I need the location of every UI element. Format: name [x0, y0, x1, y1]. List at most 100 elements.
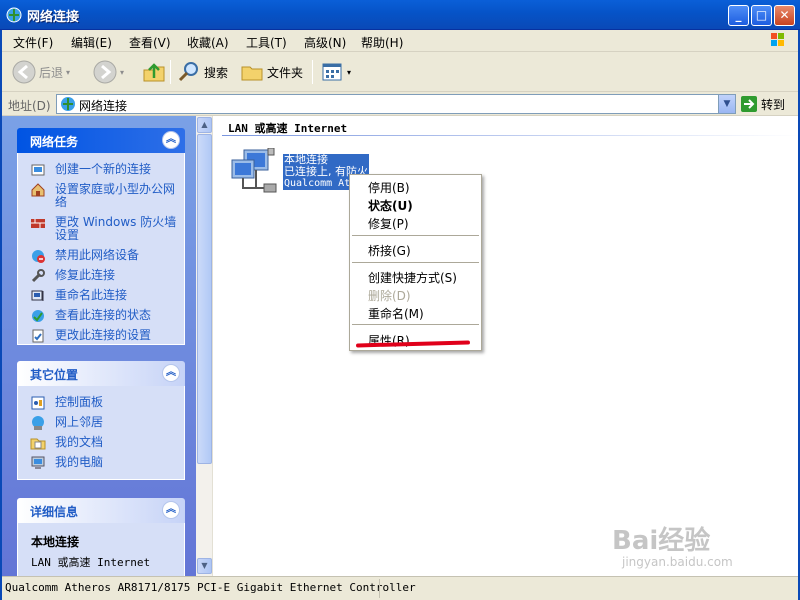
place-my-documents[interactable]: 我的文档 — [18, 436, 184, 450]
settings-icon — [32, 329, 44, 343]
status-icon — [32, 310, 44, 322]
place-control-panel[interactable]: 控制面板 — [18, 396, 184, 410]
forward-dropdown-icon[interactable]: ▾ — [120, 68, 124, 77]
menu-separator — [352, 324, 479, 325]
my-documents-icon — [30, 438, 46, 450]
other-places-panel: 其它位置 ︽ 控制面板 网上邻居 我的文档 我的电脑 — [17, 361, 185, 480]
go-label: 转到 — [761, 97, 786, 112]
forward-button[interactable]: ▾ — [93, 58, 124, 86]
task-repair-connection[interactable]: 修复此连接 — [18, 269, 184, 283]
up-folder-icon — [143, 63, 165, 82]
folders-label: 文件夹 — [267, 65, 304, 80]
other-places-header[interactable]: 其它位置 ︽ — [17, 361, 185, 386]
menu-favorites[interactable]: 收藏(A) — [187, 34, 229, 51]
menu-bar: 文件(F) 编辑(E) 查看(V) 收藏(A) 工具(T) 高级(N) 帮助(H… — [0, 30, 800, 52]
go-button[interactable]: 转到 — [740, 95, 785, 113]
menu-item-delete: 删除(D) — [368, 289, 411, 303]
search-label: 搜索 — [204, 65, 229, 80]
task-change-settings[interactable]: 更改此连接的设置 — [18, 329, 184, 343]
menu-tools[interactable]: 工具(T) — [246, 34, 287, 51]
menu-item-create-shortcut[interactable]: 创建快捷方式(S) — [368, 269, 457, 286]
collapse-chevron-icon[interactable]: ︽ — [162, 131, 180, 149]
place-network-neighborhood[interactable]: 网上邻居 — [18, 416, 184, 430]
vertical-scrollbar[interactable]: ▲ ▼ — [196, 116, 213, 576]
details-connection-type: LAN 或高速 Internet — [31, 556, 151, 569]
collapse-chevron-icon[interactable]: ︽ — [162, 501, 180, 519]
menu-item-bridge[interactable]: 桥接(G) — [368, 242, 411, 259]
network-globe-icon — [61, 97, 75, 111]
new-connection-icon — [31, 164, 45, 176]
minimize-button[interactable]: _ — [728, 5, 749, 26]
forward-arrow-icon — [93, 60, 117, 84]
menu-item-disable[interactable]: 停用(B) — [368, 179, 410, 196]
watermark: Bai经验 jingyan.baidu.com — [612, 520, 733, 569]
address-input[interactable]: 网络连接 ▼ — [56, 94, 736, 114]
menu-separator — [352, 235, 479, 236]
task-view-status[interactable]: 查看此连接的状态 — [18, 309, 184, 322]
menu-item-rename[interactable]: 重命名(M) — [368, 305, 424, 322]
address-value: 网络连接 — [79, 99, 128, 113]
task-home-network[interactable]: 设置家庭或小型办公网络 — [18, 183, 184, 209]
network-tasks-title: 网络任务 — [30, 135, 79, 149]
folders-button[interactable]: 文件夹 — [240, 58, 303, 86]
views-icon — [322, 63, 342, 81]
address-bar: 地址(D) 网络连接 ▼ 转到 — [0, 92, 800, 116]
menu-view[interactable]: 查看(V) — [129, 34, 171, 51]
task-firewall-settings[interactable]: 更改 Windows 防火墙设置 — [18, 216, 184, 242]
back-arrow-icon — [12, 60, 36, 84]
details-title: 详细信息 — [30, 505, 79, 519]
watermark-url: jingyan.baidu.com — [622, 555, 733, 569]
scroll-up-icon[interactable]: ▲ — [197, 117, 212, 133]
details-panel: 详细信息 ︽ 本地连接 LAN 或高速 Internet — [17, 498, 185, 576]
menu-advanced[interactable]: 高级(N) — [304, 34, 346, 51]
task-create-connection[interactable]: 创建一个新的连接 — [18, 163, 184, 176]
task-pane: 网络任务 ︽ 创建一个新的连接 设置家庭或小型办公网络 更改 Windows 防… — [0, 116, 196, 576]
task-rename-connection[interactable]: 重命名此连接 — [18, 289, 184, 302]
back-dropdown-icon[interactable]: ▾ — [66, 68, 70, 77]
views-dropdown-icon[interactable]: ▾ — [347, 68, 351, 77]
close-button[interactable]: ✕ — [774, 5, 795, 26]
menu-edit[interactable]: 编辑(E) — [71, 34, 112, 51]
windows-logo-icon — [771, 33, 784, 46]
details-connection-name: 本地连接 — [31, 535, 80, 549]
title-bar[interactable]: 网络连接 _ □ ✕ — [0, 0, 800, 30]
search-button[interactable]: 搜索 — [177, 58, 228, 86]
status-text: Qualcomm Atheros AR8171/8175 PCI-E Gigab… — [5, 581, 416, 594]
menu-item-status[interactable]: 状态(U) — [368, 197, 413, 214]
network-tasks-header[interactable]: 网络任务 ︽ — [17, 128, 185, 153]
firewall-icon — [31, 219, 45, 228]
menu-help[interactable]: 帮助(H) — [361, 34, 403, 51]
toolbar: 后退 ▾ ▾ 搜索 文件夹 ▾ — [0, 52, 800, 92]
place-my-computer[interactable]: 我的电脑 — [18, 456, 184, 469]
maximize-button[interactable]: □ — [751, 5, 772, 26]
up-folder-button[interactable] — [142, 58, 166, 86]
group-divider — [222, 135, 800, 136]
scroll-down-icon[interactable]: ▼ — [197, 558, 212, 574]
context-menu: 停用(B) 状态(U) 修复(P) 桥接(G) 创建快捷方式(S) 删除(D) … — [349, 174, 482, 351]
network-tasks-panel: 网络任务 ︽ 创建一个新的连接 设置家庭或小型办公网络 更改 Windows 防… — [17, 128, 185, 345]
details-header[interactable]: 详细信息 ︽ — [17, 498, 185, 523]
address-dropdown-icon[interactable]: ▼ — [718, 95, 735, 113]
search-icon — [178, 62, 198, 82]
connections-list: ▲ ▼ LAN 或高速 Internet 本地连接 已连接上, 有防火 Qual… — [196, 116, 800, 576]
menu-separator — [352, 262, 479, 263]
status-bar: Qualcomm Atheros AR8171/8175 PCI-E Gigab… — [0, 576, 800, 600]
other-places-title: 其它位置 — [30, 368, 79, 382]
repair-icon — [31, 269, 45, 283]
watermark-brand: Bai经验 — [612, 526, 711, 556]
disable-device-icon — [32, 250, 45, 263]
go-arrow-icon — [741, 96, 757, 112]
views-button[interactable]: ▾ — [320, 58, 351, 86]
network-places-icon — [32, 416, 44, 430]
network-connections-icon — [6, 7, 22, 23]
my-computer-icon — [31, 456, 45, 469]
lan-connection-icon[interactable] — [230, 148, 282, 196]
scroll-thumb[interactable] — [197, 134, 212, 464]
menu-file[interactable]: 文件(F) — [13, 34, 53, 51]
rename-icon — [31, 290, 44, 301]
task-disable-device[interactable]: 禁用此网络设备 — [18, 249, 184, 263]
menu-item-repair[interactable]: 修复(P) — [368, 215, 409, 232]
control-panel-icon — [31, 396, 45, 410]
back-button[interactable]: 后退 ▾ — [12, 58, 70, 86]
collapse-chevron-icon[interactable]: ︽ — [162, 364, 180, 382]
